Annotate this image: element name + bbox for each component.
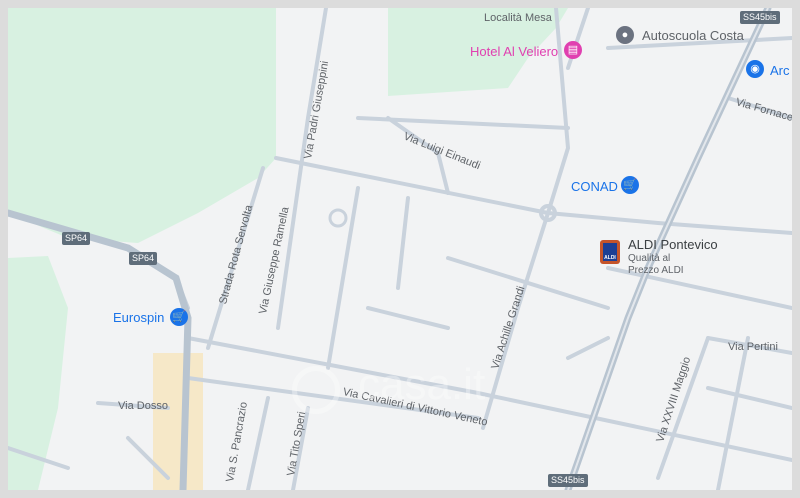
road-shield-sp64-b: SP64	[129, 252, 158, 265]
bed-icon[interactable]: ▤	[564, 41, 582, 59]
road-shield-ss45bis-bottom: SS45bis	[548, 474, 588, 487]
poi-aldi-subtitle-2: Prezzo ALDI	[628, 265, 684, 276]
poi-conad-label[interactable]: CONAD	[571, 179, 618, 194]
green-area-northwest	[8, 8, 276, 243]
road-label-via-pertini: Via Pertini	[728, 341, 778, 353]
aldi-logo-text: ALDI	[603, 243, 617, 261]
lock-icon[interactable]: ◉	[746, 60, 764, 78]
poi-aldi-label[interactable]: ALDI Pontevico	[628, 237, 718, 252]
poi-arc-label[interactable]: Arc	[770, 63, 790, 78]
poi-autoscuola-label[interactable]: Autoscuola Costa	[642, 28, 744, 43]
road-shield-sp64-a: SP64	[62, 232, 91, 245]
shopping-cart-icon[interactable]: 🛒	[170, 308, 188, 326]
green-area-west	[8, 256, 68, 490]
location-pin-icon[interactable]: ●	[616, 26, 634, 44]
map-frame: Località Mesa Via Padri Giuseppini Via L…	[0, 0, 800, 498]
shopping-cart-icon[interactable]: 🛒	[621, 176, 639, 194]
road-shield-ss45bis-top: SS45bis	[740, 11, 780, 24]
road-label-localita-mesa: Località Mesa	[484, 12, 552, 24]
poi-hotel-label[interactable]: Hotel Al Veliero	[470, 44, 558, 59]
poi-aldi-subtitle-1: Qualità al	[628, 253, 671, 264]
poi-eurospin-label[interactable]: Eurospin	[113, 310, 164, 325]
road-label-via-dosso: Via Dosso	[118, 400, 168, 412]
cul-de-sac	[328, 208, 348, 228]
map-canvas[interactable]: Località Mesa Via Padri Giuseppini Via L…	[8, 8, 792, 490]
aldi-logo-icon[interactable]: ALDI	[600, 240, 620, 264]
